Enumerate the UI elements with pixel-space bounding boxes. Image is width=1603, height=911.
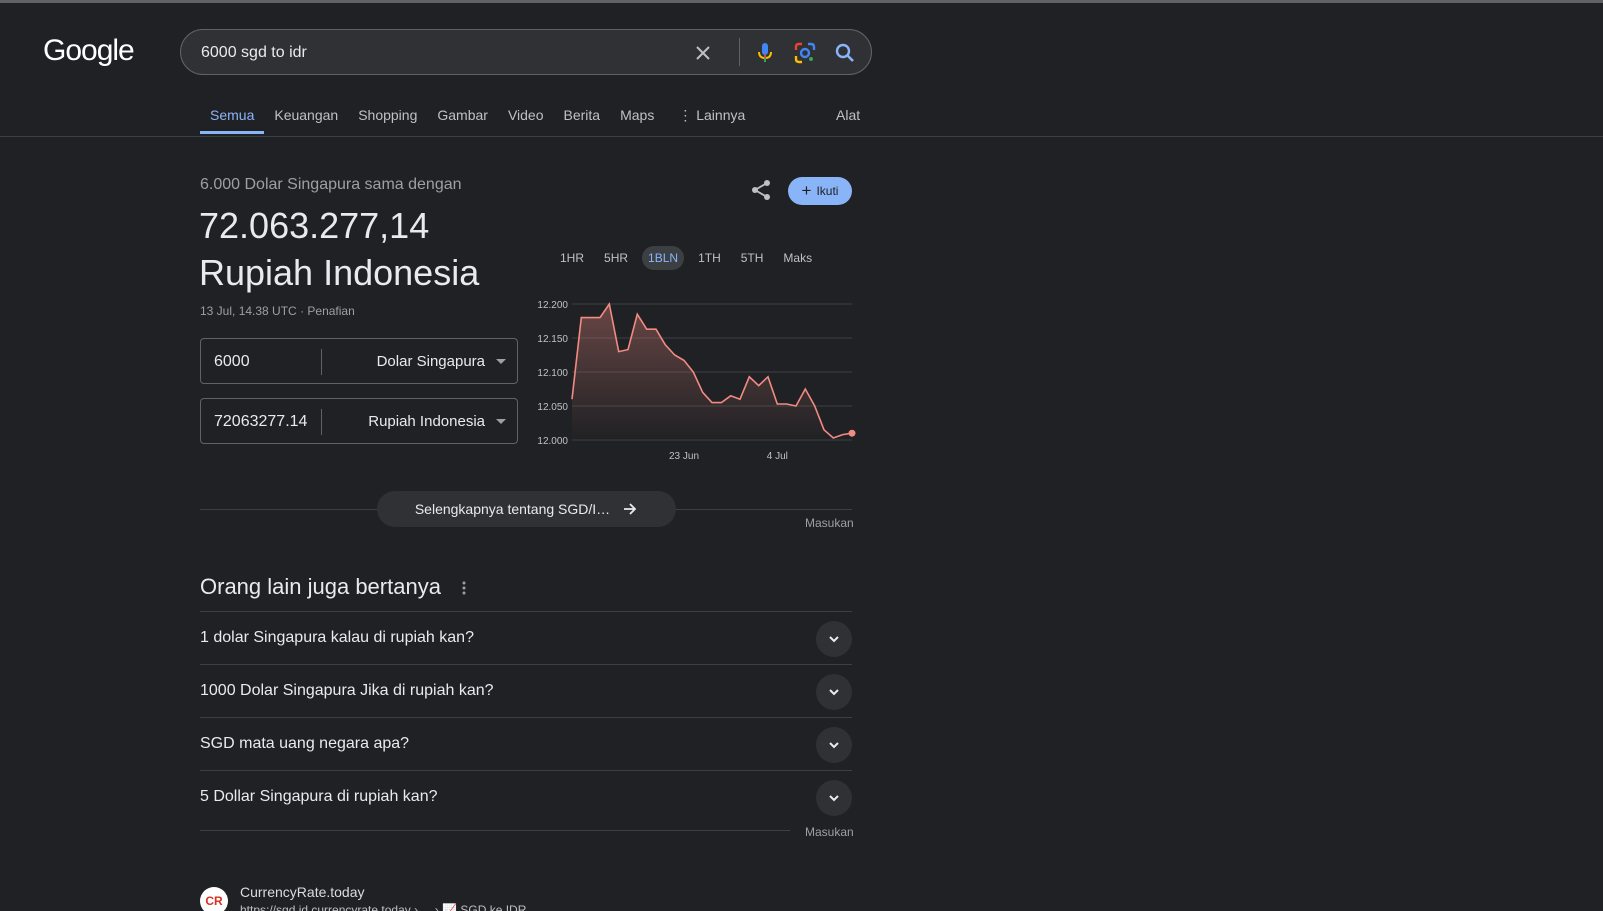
- follow-button[interactable]: + Ikuti: [788, 177, 852, 205]
- from-box-separator: [321, 349, 322, 375]
- chevron-down-icon[interactable]: [816, 621, 852, 657]
- paa-bottom-divider: [200, 830, 790, 831]
- y-tick-label: 12.050: [537, 402, 568, 413]
- chart-current-point: [848, 429, 856, 437]
- plus-icon: +: [801, 181, 812, 200]
- to-currency-select[interactable]: Rupiah Indonesia: [368, 413, 485, 430]
- search-box[interactable]: 6000 sgd to idr: [180, 29, 872, 75]
- chevron-down-icon[interactable]: [816, 727, 852, 763]
- paa-question-text: SGD mata uang negara apa?: [200, 735, 410, 752]
- paa-question-text: 1000 Dolar Singapura Jika di rupiah kan?: [200, 682, 494, 699]
- tools-button[interactable]: Alat: [836, 107, 860, 123]
- tab-maps[interactable]: Maps: [610, 100, 664, 134]
- tabs-divider: [0, 136, 1603, 137]
- exchange-rate-chart[interactable]: 12.200 12.150 12.100 12.050 12.000 23 Jun 4 J…: [530, 292, 860, 470]
- top-border: [0, 0, 1603, 3]
- search-separator: [739, 38, 740, 66]
- x-tick-label: 4 Jul: [767, 451, 788, 462]
- y-axis-labels: 12.200 12.150 12.100 12.050 12.000: [537, 300, 568, 447]
- paa-question[interactable]: 5 Dollar Singapura di rupiah kan?: [200, 770, 852, 823]
- tab-lainnya[interactable]: ⋮ Lainnya: [668, 100, 755, 134]
- more-about-label: Selengkapnya tentang SGD/I…: [414, 501, 611, 517]
- search-input[interactable]: 6000 sgd to idr: [201, 44, 307, 62]
- feedback-link[interactable]: Masukan: [805, 825, 854, 839]
- disclaimer-link[interactable]: Penafian: [307, 304, 354, 318]
- follow-label: Ikuti: [816, 184, 839, 198]
- chart-range-selector: 1HR 5HR 1BLN 1TH 5TH Maks: [554, 246, 818, 270]
- range-1th[interactable]: 1TH: [692, 246, 727, 270]
- dropdown-arrow-icon[interactable]: [496, 419, 506, 424]
- from-amount-input[interactable]: 6000: [214, 353, 250, 371]
- result-value: 72.063.277,14: [199, 205, 430, 246]
- from-currency-select[interactable]: Dolar Singapura: [377, 353, 485, 370]
- dropdown-arrow-icon[interactable]: [496, 359, 506, 364]
- to-box-separator: [321, 409, 322, 435]
- tab-lainnya-label: Lainnya: [696, 107, 746, 123]
- google-logo[interactable]: Google: [43, 34, 135, 68]
- chevron-down-icon[interactable]: [816, 780, 852, 816]
- x-axis-labels: 23 Jun 4 Jul: [669, 451, 788, 462]
- google-lens-icon[interactable]: [793, 41, 817, 65]
- paa-question[interactable]: 1 dolar Singapura kalau di rupiah kan?: [200, 611, 852, 664]
- y-tick-label: 12.000: [537, 436, 568, 447]
- site-favicon[interactable]: CR: [200, 887, 228, 911]
- x-tick-label: 23 Jun: [669, 451, 699, 462]
- people-also-ask-title: Orang lain juga bertanya: [200, 574, 441, 599]
- y-tick-label: 12.200: [537, 300, 568, 311]
- feedback-link[interactable]: Masukan: [805, 516, 854, 530]
- search-icon[interactable]: [833, 41, 857, 65]
- conversion-result: 72.063.277,14 Rupiah Indonesia: [199, 202, 539, 296]
- range-5hr[interactable]: 5HR: [598, 246, 634, 270]
- more-vert-icon: ⋮: [678, 107, 693, 123]
- result-currency: Rupiah Indonesia: [199, 252, 480, 293]
- range-1hr[interactable]: 1HR: [554, 246, 590, 270]
- share-icon[interactable]: [749, 178, 773, 202]
- timestamp-text: 13 Jul, 14.38 UTC: [200, 304, 297, 318]
- to-currency-box: 72063277.14 Rupiah Indonesia: [200, 398, 518, 444]
- more-about-button[interactable]: Selengkapnya tentang SGD/I…: [377, 491, 676, 527]
- tab-keuangan[interactable]: Keuangan: [264, 100, 348, 134]
- y-tick-label: 12.150: [537, 334, 568, 345]
- microphone-icon[interactable]: [753, 41, 777, 65]
- chart-points: [848, 429, 856, 437]
- tab-shopping[interactable]: Shopping: [348, 100, 427, 134]
- result-site-name[interactable]: CurrencyRate.today: [240, 884, 365, 900]
- conversion-subtitle: 6.000 Dolar Singapura sama dengan: [200, 176, 462, 193]
- clear-icon[interactable]: [691, 41, 715, 65]
- search-tabs: Semua Keuangan Shopping Gambar Video Ber…: [200, 100, 755, 134]
- tab-gambar[interactable]: Gambar: [427, 100, 498, 134]
- conversion-timestamp: 13 Jul, 14.38 UTC · Penafian: [200, 304, 355, 318]
- chevron-down-icon[interactable]: [816, 674, 852, 710]
- range-5th[interactable]: 5TH: [735, 246, 770, 270]
- to-amount-input[interactable]: 72063277.14: [214, 413, 307, 431]
- arrow-right-icon: [624, 503, 637, 515]
- tab-video[interactable]: Video: [498, 100, 554, 134]
- paa-question-text: 5 Dollar Singapura di rupiah kan?: [200, 788, 438, 805]
- result-url[interactable]: https://sgd.id.currencyrate.today › ... …: [240, 903, 526, 911]
- paa-question-text: 1 dolar Singapura kalau di rupiah kan?: [200, 629, 474, 646]
- tab-berita[interactable]: Berita: [554, 100, 611, 134]
- more-options-icon[interactable]: [459, 580, 469, 596]
- range-1bln[interactable]: 1BLN: [642, 246, 685, 270]
- paa-question[interactable]: SGD mata uang negara apa?: [200, 717, 852, 770]
- from-currency-box: 6000 Dolar Singapura: [200, 338, 518, 384]
- range-maks[interactable]: Maks: [777, 246, 818, 270]
- paa-question[interactable]: 1000 Dolar Singapura Jika di rupiah kan?: [200, 664, 852, 717]
- timestamp-separator: ·: [300, 304, 305, 318]
- tab-semua[interactable]: Semua: [200, 100, 265, 134]
- y-tick-label: 12.100: [537, 368, 568, 379]
